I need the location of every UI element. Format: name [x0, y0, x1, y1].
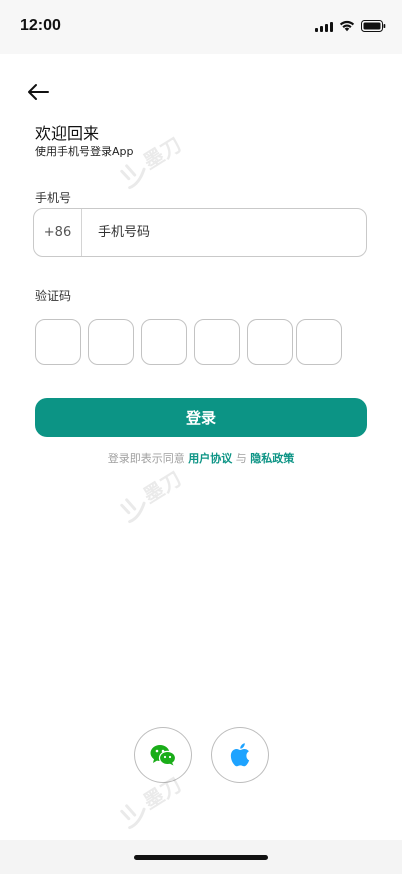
watermark-logo: 墨刀	[112, 120, 206, 202]
watermark-text: 墨刀	[138, 132, 186, 174]
agreement-text: 登录即表示同意 用户协议 与 隐私政策	[0, 450, 402, 466]
watermark-mark-icon	[120, 498, 146, 524]
status-bar: 12:00	[0, 0, 402, 54]
wifi-icon	[339, 20, 355, 32]
watermark-text: 墨刀	[138, 466, 186, 508]
user-agreement-link[interactable]: 用户协议	[188, 452, 232, 465]
login-button[interactable]: 登录	[35, 398, 367, 437]
wechat-icon	[150, 745, 176, 766]
watermark-mark-icon	[120, 804, 146, 830]
watermark-mark-icon	[120, 164, 146, 190]
status-icons	[315, 19, 386, 33]
page-title: 欢迎回来	[35, 124, 100, 143]
page-subtitle: 使用手机号登录App	[35, 145, 134, 158]
home-indicator	[134, 855, 268, 860]
privacy-policy-link[interactable]: 隐私政策	[250, 452, 294, 465]
country-code-selector[interactable]: +86	[34, 209, 82, 256]
code-digit-5[interactable]	[247, 319, 293, 365]
battery-icon	[361, 20, 386, 32]
status-time: 12:00	[20, 17, 61, 34]
code-digit-3[interactable]	[141, 319, 187, 365]
login-screen: 12:00 欢迎回来 使用手机号登录App 手机号 +86 手机号码 验证码 登…	[0, 0, 402, 874]
phone-label: 手机号	[35, 191, 72, 205]
agreement-prefix: 登录即表示同意	[107, 452, 185, 465]
arrow-left-icon	[28, 84, 49, 100]
wechat-login-button[interactable]	[134, 727, 192, 783]
code-digit-4[interactable]	[194, 319, 240, 365]
back-button[interactable]	[22, 78, 54, 106]
home-indicator-bar	[0, 840, 402, 874]
apple-icon	[230, 743, 250, 767]
code-digit-2[interactable]	[88, 319, 134, 365]
phone-field: +86	[33, 208, 367, 257]
agreement-conjunction: 与	[235, 452, 247, 465]
apple-login-button[interactable]	[211, 727, 269, 783]
code-digit-6[interactable]	[296, 319, 342, 365]
verification-code-label: 验证码	[35, 289, 72, 303]
watermark-logo: 墨刀	[112, 454, 206, 536]
code-digit-1[interactable]	[35, 319, 81, 365]
signal-icon	[315, 21, 333, 32]
phone-input[interactable]	[82, 209, 366, 256]
